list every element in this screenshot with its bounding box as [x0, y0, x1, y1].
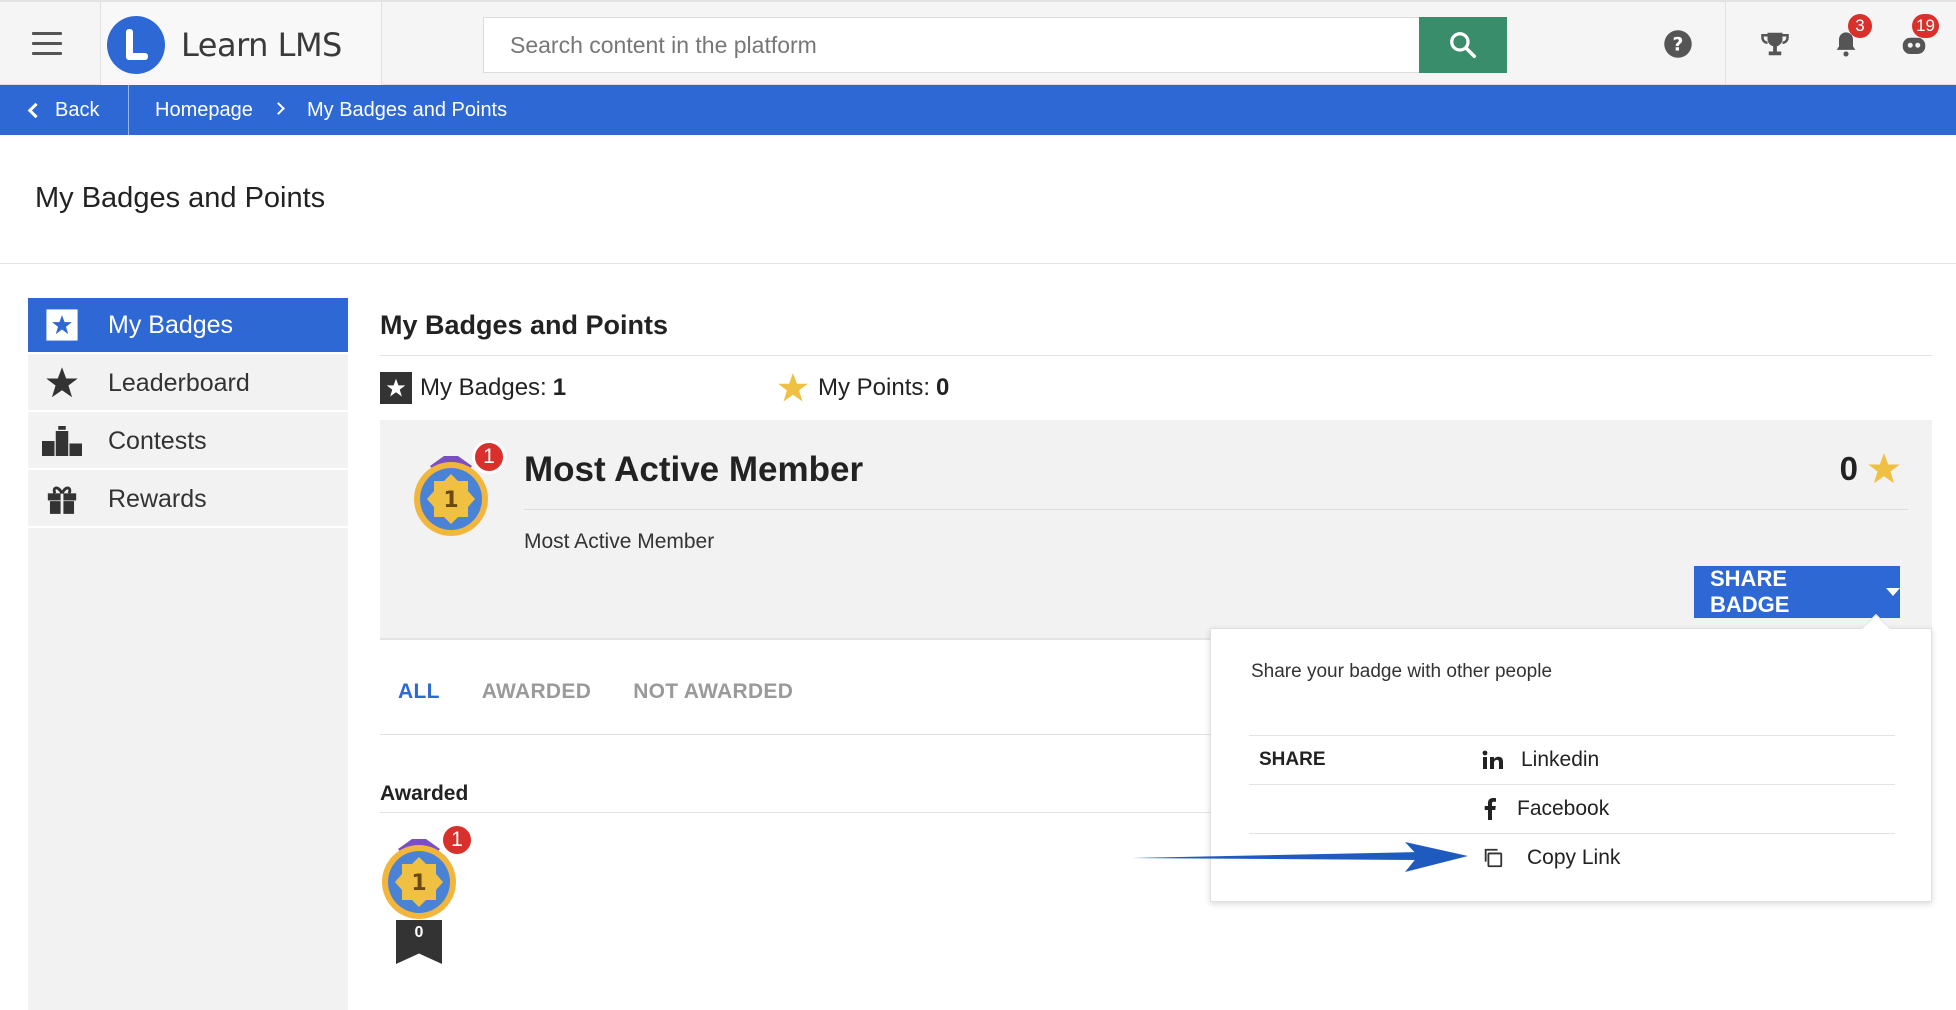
badge-points-value: 0: [1839, 450, 1858, 487]
back-button[interactable]: Back: [27, 85, 100, 135]
sidebar: My Badges Leaderboard Contests Rewards: [28, 298, 348, 1010]
points-ribbon: 0: [396, 920, 442, 964]
page-divider: [0, 263, 1956, 264]
breadcrumb-current: My Badges and Points: [307, 98, 508, 121]
awarded-medal-count-badge: 1: [440, 823, 474, 857]
chevron-left-icon: [27, 102, 44, 118]
awarded-section-title: Awarded: [380, 782, 469, 805]
notifications-button[interactable]: 3: [1826, 14, 1872, 64]
sidebar-item-leaderboard[interactable]: Leaderboard: [28, 356, 348, 412]
medal-number: 1: [411, 871, 426, 896]
trophy-icon: [1761, 32, 1789, 56]
copy-icon: [1481, 846, 1505, 870]
trophy-button[interactable]: [1755, 24, 1795, 64]
medal-count-badge: 1: [472, 440, 506, 474]
share-popover-text: Share your badge with other people: [1251, 661, 1553, 682]
medal-number: 1: [443, 488, 458, 513]
star-icon: [42, 363, 82, 403]
gold-star-icon: [778, 373, 808, 402]
tab-not-awarded[interactable]: NOT AWARDED: [633, 680, 793, 724]
tab-awarded[interactable]: AWARDED: [482, 680, 591, 724]
help-icon: ?: [1664, 30, 1692, 58]
my-points-stat: My Points: 0: [776, 370, 949, 406]
podium-icon: [42, 421, 82, 461]
hamburger-menu-icon[interactable]: [30, 32, 64, 58]
badge-filter-tabs: ALL AWARDED NOT AWARDED: [380, 680, 835, 724]
chevron-right-icon: [272, 102, 285, 115]
notifications-count-badge: 3: [1848, 14, 1872, 38]
share-label: SHARE: [1259, 749, 1326, 770]
linkedin-icon: [1481, 748, 1505, 772]
star-square-icon: [42, 305, 82, 345]
page-title: My Badges and Points: [35, 182, 326, 214]
badge-description: Most Active Member: [524, 530, 715, 553]
my-badges-value: 1: [552, 374, 567, 401]
star-square-icon: [380, 372, 412, 404]
my-badges-label: My Badges:: [420, 374, 547, 401]
section-heading: My Badges and Points: [380, 310, 669, 340]
share-badge-button[interactable]: SHARE BADGE: [1694, 566, 1900, 618]
badge-title: Most Active Member: [524, 450, 864, 489]
my-points-value: 0: [936, 374, 950, 401]
facebook-icon: [1481, 797, 1499, 821]
popover-divider: [1249, 735, 1895, 736]
badge-points: 0: [1840, 450, 1902, 488]
logo[interactable]: Learn LMS: [100, 2, 382, 87]
popover-divider: [1249, 784, 1895, 785]
logo-mark-icon: [107, 15, 165, 74]
search-button[interactable]: [1419, 17, 1507, 73]
sidebar-item-contests[interactable]: Contests: [28, 414, 348, 470]
badge-card-divider: [524, 509, 1908, 510]
top-bar: Learn LMS ? 3 19: [0, 0, 1956, 87]
annotation-arrow-icon: [1132, 842, 1468, 872]
caret-down-icon: [1886, 588, 1900, 596]
topbar-divider: [1725, 2, 1726, 87]
search-input[interactable]: [483, 17, 1419, 73]
gold-star-icon: [1868, 453, 1900, 484]
share-item-label: Facebook: [1517, 797, 1610, 820]
back-label: Back: [55, 98, 100, 121]
share-copy-link[interactable]: Copy Link: [1481, 843, 1620, 873]
svg-text:?: ?: [1673, 34, 1684, 55]
share-badge-label: SHARE BADGE: [1710, 566, 1790, 617]
sidebar-item-rewards[interactable]: Rewards: [28, 472, 348, 528]
gift-icon: [42, 479, 82, 519]
search-icon: [1450, 32, 1476, 58]
tab-all[interactable]: ALL: [398, 680, 440, 724]
my-points-label: My Points:: [818, 374, 931, 401]
sidebar-item-label: Contests: [108, 426, 207, 455]
popover-divider: [1249, 833, 1895, 834]
messages-button[interactable]: 19: [1894, 14, 1939, 64]
breadcrumb-divider: [128, 85, 129, 135]
my-badges-stat: My Badges: 1: [380, 370, 566, 406]
help-button[interactable]: ?: [1658, 24, 1698, 64]
share-item-label: Linkedin: [1521, 748, 1600, 771]
sidebar-item-my-badges[interactable]: My Badges: [28, 298, 348, 354]
sidebar-item-label: Rewards: [108, 484, 207, 513]
messages-count-badge: 19: [1912, 14, 1939, 38]
breadcrumb: Back Homepage My Badges and Points: [0, 85, 1956, 135]
logo-text: Learn LMS: [181, 25, 342, 64]
share-linkedin[interactable]: Linkedin: [1481, 745, 1599, 775]
share-item-label: Copy Link: [1527, 846, 1621, 869]
sidebar-item-label: Leaderboard: [108, 368, 250, 397]
heading-divider: [380, 355, 1932, 356]
share-facebook[interactable]: Facebook: [1481, 794, 1609, 824]
breadcrumb-homepage[interactable]: Homepage: [155, 85, 253, 135]
sidebar-item-label: My Badges: [108, 310, 234, 339]
